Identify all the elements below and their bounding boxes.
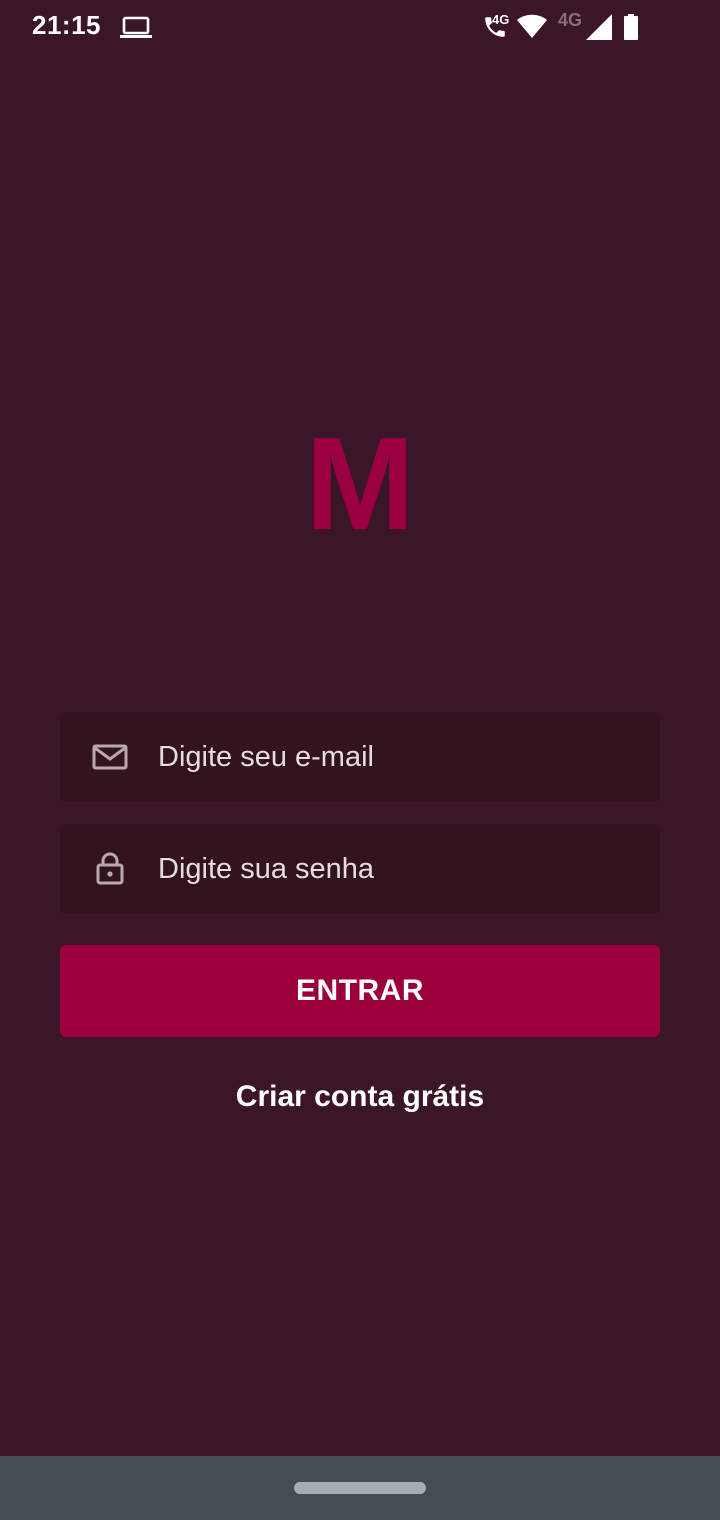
status-bar: 21:15 4G 4G — [0, 0, 720, 56]
mail-icon — [92, 744, 128, 770]
create-account-link[interactable]: Criar conta grátis — [0, 1080, 720, 1114]
login-screen: 21:15 4G 4G M Digite seu e-mail ENTRAR C… — [0, 0, 720, 1520]
enter-button[interactable]: ENTRAR — [60, 945, 660, 1037]
laptop-icon — [120, 16, 152, 38]
email-field[interactable] — [60, 712, 660, 802]
lock-icon — [96, 852, 124, 885]
data-lte-label: 4G — [558, 10, 583, 30]
signal-icon — [586, 14, 612, 40]
password-field[interactable] — [60, 824, 660, 914]
email-input[interactable] — [158, 712, 638, 802]
battery-icon — [624, 14, 638, 40]
home-gesture-handle[interactable] — [294, 1482, 426, 1494]
status-time: 21:15 — [32, 10, 101, 40]
status-icons: 4G 4G — [482, 10, 682, 44]
navigation-bar — [0, 1456, 720, 1520]
call-lte-label: 4G — [492, 12, 510, 27]
app-logo: M — [305, 410, 415, 557]
password-input[interactable] — [158, 824, 638, 914]
wifi-icon — [517, 14, 547, 38]
